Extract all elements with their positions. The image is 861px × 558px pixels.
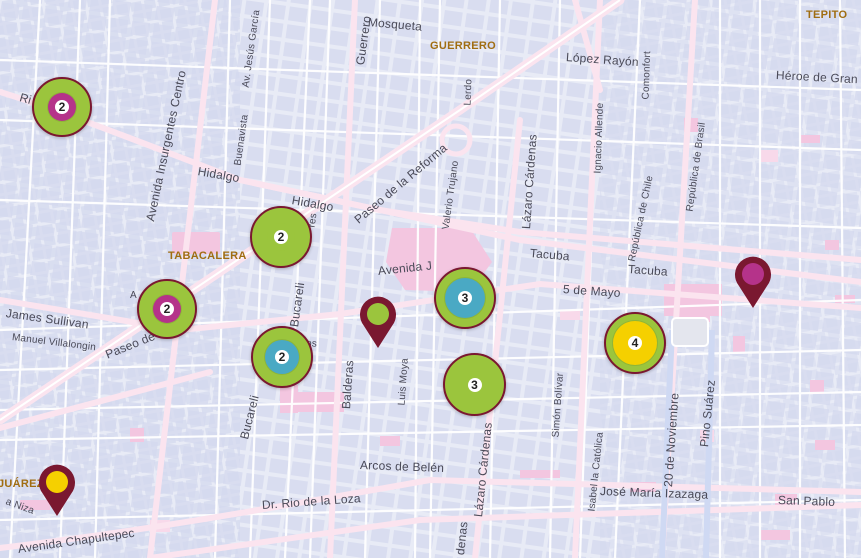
map-canvas[interactable]: GUERRERO TEPITO TABACALERA JUÁREZ Mosque… bbox=[0, 0, 861, 558]
cluster-inner-ring: 2 bbox=[153, 295, 181, 323]
cluster-count: 2 bbox=[55, 100, 69, 114]
cluster-count: 2 bbox=[274, 230, 288, 244]
neighborhood-tepito: TEPITO bbox=[806, 9, 848, 21]
cluster-count: 3 bbox=[458, 291, 472, 305]
neighborhood-guerrero: GUERRERO bbox=[430, 40, 496, 52]
neighborhood-tabacalera: TABACALERA bbox=[168, 250, 247, 262]
map-pin-marker[interactable] bbox=[733, 256, 773, 310]
cluster-inner-ring: 3 bbox=[460, 370, 489, 399]
cluster-count: 3 bbox=[467, 377, 482, 392]
cluster-inner-ring: 3 bbox=[445, 278, 485, 318]
cluster-count: 4 bbox=[628, 336, 642, 350]
cluster-inner-ring: 2 bbox=[48, 93, 76, 121]
street-tacuba-right: Tacuba bbox=[627, 262, 669, 279]
street-comonfort: Comonfort bbox=[640, 50, 654, 100]
marker-cluster[interactable]: 2 bbox=[137, 279, 197, 339]
marker-cluster[interactable]: 2 bbox=[250, 206, 312, 268]
marker-cluster[interactable]: 3 bbox=[434, 267, 496, 329]
marker-cluster[interactable]: 3 bbox=[443, 353, 506, 416]
cluster-inner-ring: 4 bbox=[613, 321, 657, 365]
marker-cluster[interactable]: 4 bbox=[604, 312, 666, 374]
cluster-count: 2 bbox=[275, 350, 289, 364]
map-pin-marker[interactable] bbox=[358, 296, 398, 350]
street-lerdo: Lerdo bbox=[462, 78, 475, 106]
cluster-count: 2 bbox=[160, 302, 174, 316]
map-pin-marker[interactable] bbox=[37, 464, 77, 518]
street-san-pablo: San Pablo bbox=[777, 493, 836, 509]
cluster-inner-ring: 2 bbox=[267, 223, 295, 251]
cluster-inner-ring: 2 bbox=[265, 340, 299, 374]
street-fragment-a: A bbox=[130, 290, 137, 301]
marker-cluster[interactable]: 2 bbox=[251, 326, 313, 388]
street-arcos-de-belen: Arcos de Belén bbox=[359, 458, 445, 475]
marker-cluster[interactable]: 2 bbox=[32, 77, 92, 137]
